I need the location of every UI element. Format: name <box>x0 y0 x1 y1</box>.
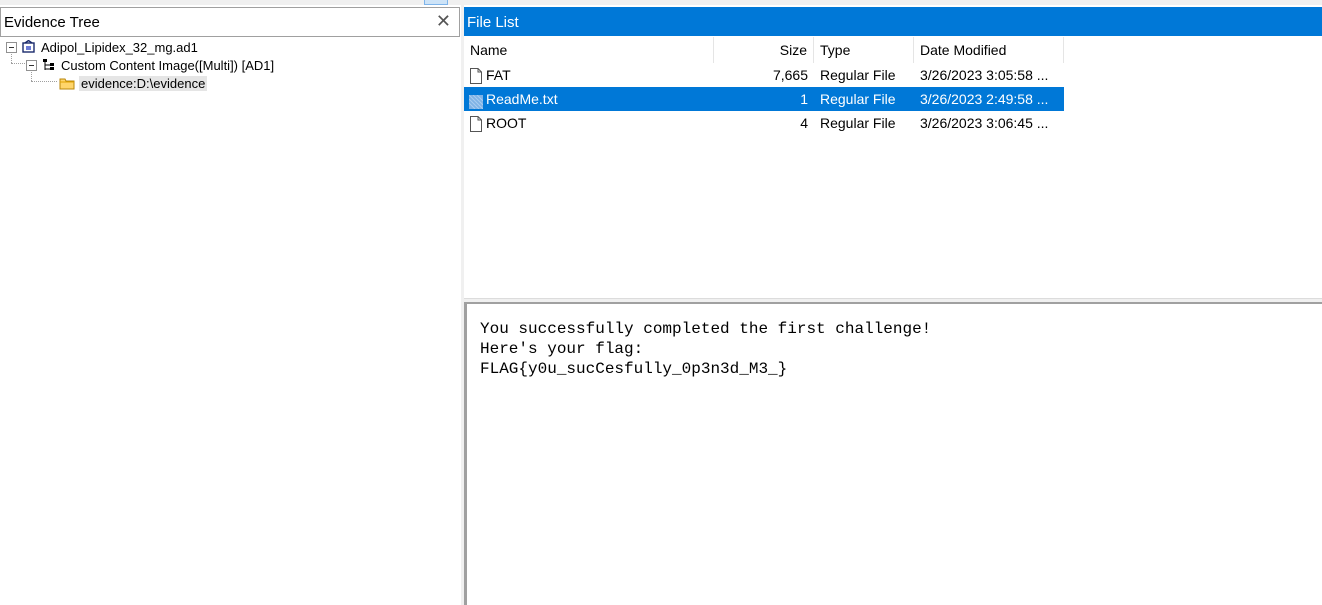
tree-connector <box>31 81 57 82</box>
column-header-label: Name <box>470 42 508 58</box>
file-name: ROOT <box>486 115 527 131</box>
viewer-line: Here's your flag: <box>480 340 644 358</box>
file-type: Regular File <box>820 115 896 131</box>
file-size: 4 <box>800 115 808 131</box>
file-icon <box>470 115 482 132</box>
tree-node-image[interactable]: Adipol_Lipidex_32_mg.ad1 <box>6 38 198 56</box>
close-icon[interactable]: ✕ <box>436 11 451 31</box>
column-headers: Name Size Type Date Modified <box>464 37 1064 63</box>
evidence-container-icon <box>21 39 37 54</box>
file-size: 1 <box>800 91 808 107</box>
table-row[interactable]: FAT 7,665 Regular File 3/26/2023 3:05:58… <box>464 63 1064 87</box>
file-icon <box>470 67 482 84</box>
table-row-selected[interactable]: ReadMe.txt 1 Regular File 3/26/2023 2:49… <box>464 87 1064 111</box>
column-header-size[interactable]: Size <box>714 37 814 63</box>
column-header-name[interactable]: Name <box>464 37 714 63</box>
evidence-tree-pane: Evidence Tree ✕ Adipol_Lipidex_32_mg.ad1 <box>0 5 461 605</box>
file-list-title: File List <box>467 14 519 31</box>
tree-node-custom-content[interactable]: Custom Content Image([Multi]) [AD1] <box>26 56 274 74</box>
text-file-icon <box>468 92 484 110</box>
file-type: Regular File <box>820 91 896 107</box>
file-size: 7,665 <box>772 67 808 83</box>
evidence-tree-header: Evidence Tree ✕ <box>0 7 460 37</box>
file-date: 3/26/2023 3:06:45 ... <box>920 115 1049 131</box>
file-type: Regular File <box>820 67 896 83</box>
file-date: 3/26/2023 3:05:58 ... <box>920 67 1049 83</box>
collapse-toggle[interactable] <box>6 41 17 53</box>
file-content-viewer: You successfully completed the first cha… <box>464 302 1322 605</box>
file-list-pane: File List Name Size Type Date Modified F… <box>464 5 1322 298</box>
evidence-tree-title: Evidence Tree <box>4 14 100 31</box>
table-row[interactable]: ROOT 4 Regular File 3/26/2023 3:06:45 ..… <box>464 111 1064 135</box>
tree-node-label: Adipol_Lipidex_32_mg.ad1 <box>41 39 198 55</box>
file-name: FAT <box>486 67 511 83</box>
file-name: ReadMe.txt <box>486 91 558 107</box>
tree-node-label: Custom Content Image([Multi]) [AD1] <box>61 57 275 73</box>
folder-icon <box>59 76 75 90</box>
file-date: 3/26/2023 2:49:58 ... <box>920 91 1049 107</box>
column-header-label: Size <box>779 42 807 58</box>
column-header-label: Type <box>820 42 851 58</box>
collapse-toggle[interactable] <box>26 59 37 71</box>
column-header-type[interactable]: Type <box>814 37 914 63</box>
viewer-line: You successfully completed the first cha… <box>480 320 932 338</box>
tree-connector <box>11 63 27 64</box>
viewer-text: You successfully completed the first cha… <box>480 319 931 379</box>
tree-node-evidence-folder[interactable]: evidence:D:\evidence <box>59 74 208 92</box>
tree-node-label: evidence:D:\evidence <box>79 75 208 91</box>
file-list-header: File List <box>464 7 1322 36</box>
column-header-date-modified[interactable]: Date Modified <box>914 37 1064 63</box>
column-header-label: Date Modified <box>920 42 1007 58</box>
image-tree-icon <box>41 58 57 72</box>
viewer-line: FLAG{y0u_sucCesfully_0p3n3d_M3_} <box>480 360 788 378</box>
